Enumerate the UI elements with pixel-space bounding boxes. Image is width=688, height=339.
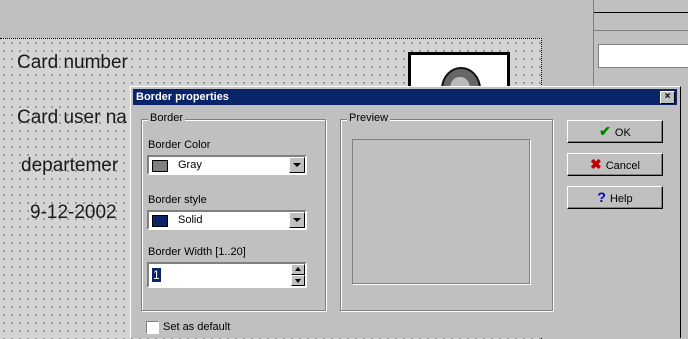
gray-swatch-icon bbox=[152, 160, 168, 172]
question-icon: ? bbox=[597, 189, 606, 205]
border-preview-box bbox=[352, 139, 530, 284]
check-icon: ✔ bbox=[599, 123, 611, 139]
border-style-select[interactable]: Solid bbox=[147, 210, 307, 230]
border-style-label: Border style bbox=[148, 194, 207, 206]
cancel-label: Cancel bbox=[605, 160, 640, 172]
help-label: Help bbox=[609, 193, 633, 205]
right-panel-divider bbox=[594, 12, 688, 13]
close-icon: × bbox=[664, 91, 671, 102]
close-button[interactable]: × bbox=[660, 91, 675, 104]
right-panel-divider-2 bbox=[594, 30, 688, 31]
card-field-date[interactable]: 9-12-2002 bbox=[30, 202, 117, 224]
border-color-value: Gray bbox=[178, 159, 202, 171]
designer-top-strip bbox=[0, 0, 593, 30]
solid-swatch-icon bbox=[152, 215, 168, 227]
border-width-value[interactable]: 1 bbox=[152, 268, 161, 282]
ok-label: OK bbox=[614, 127, 631, 139]
stepper-down-icon[interactable] bbox=[291, 275, 305, 286]
right-panel-field[interactable] bbox=[598, 44, 688, 68]
card-field-department[interactable]: departemer bbox=[21, 155, 118, 177]
chevron-down-icon[interactable] bbox=[289, 212, 305, 228]
dialog-title: Border properties bbox=[136, 91, 229, 103]
border-width-label: Border Width [1..20] bbox=[148, 246, 246, 258]
border-style-value: Solid bbox=[178, 214, 203, 226]
border-width-stepper[interactable]: 1 bbox=[147, 262, 307, 288]
set-default-label[interactable]: Set as default bbox=[163, 321, 230, 333]
chevron-down-icon[interactable] bbox=[289, 157, 305, 173]
ok-button[interactable]: ✔ OK bbox=[567, 120, 663, 143]
border-color-label: Border Color bbox=[148, 139, 211, 151]
x-icon: ✖ bbox=[590, 156, 602, 172]
preview-group-label: Preview bbox=[347, 112, 391, 124]
cancel-button[interactable]: ✖ Cancel bbox=[567, 153, 663, 176]
border-properties-dialog: Border properties × Border Border Color … bbox=[130, 86, 681, 338]
border-group-label: Border bbox=[148, 112, 186, 124]
dialog-title-bar[interactable]: Border properties × bbox=[133, 89, 677, 105]
stepper-up-icon[interactable] bbox=[291, 264, 305, 275]
card-field-card-number[interactable]: Card number bbox=[17, 52, 128, 74]
set-default-checkbox[interactable] bbox=[146, 321, 159, 334]
stepper-buttons bbox=[291, 264, 305, 286]
help-button[interactable]: ? Help bbox=[567, 186, 663, 209]
border-color-select[interactable]: Gray bbox=[147, 155, 307, 175]
card-field-card-user-name[interactable]: Card user na bbox=[17, 107, 127, 129]
